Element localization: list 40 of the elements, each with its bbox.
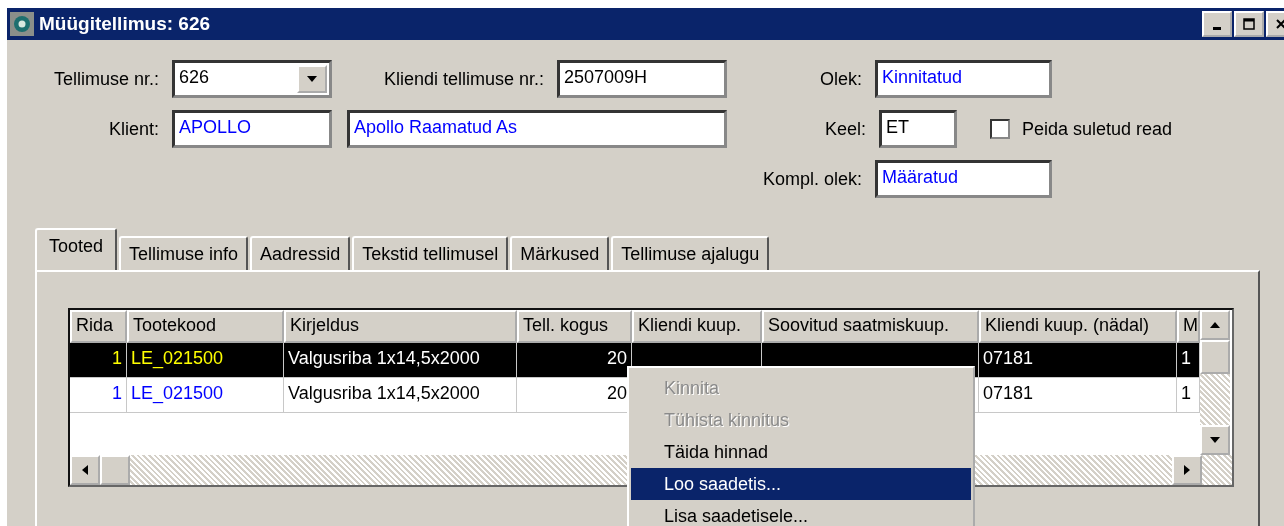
table-cell: Valgusriba 1x14,5x2000: [284, 378, 517, 413]
tab[interactable]: Märkused: [510, 236, 610, 270]
field-label: Olek:: [819, 68, 863, 90]
field-label: Kompl. olek:: [761, 168, 863, 190]
table-cell: 07181: [979, 343, 1177, 378]
tab[interactable]: Tekstid tellimusel: [352, 236, 509, 270]
tab[interactable]: Tellimuse info: [119, 236, 249, 270]
input-field[interactable]: Apollo Raamatud As: [347, 110, 727, 148]
order-number-combo[interactable]: 626: [172, 60, 332, 98]
input-field[interactable]: 2507009H: [557, 60, 727, 98]
column-header[interactable]: Tootekood: [127, 310, 284, 343]
column-header[interactable]: Kliendi kuup.: [632, 310, 762, 343]
menu-item[interactable]: Lisa saadetisele...: [631, 500, 971, 526]
input-field[interactable]: Määratud: [875, 160, 1052, 198]
input-field[interactable]: ET: [879, 110, 957, 148]
tab[interactable]: Tooted: [35, 228, 118, 270]
input-field[interactable]: APOLLO: [172, 110, 332, 148]
column-header[interactable]: Kirjeldus: [284, 310, 517, 343]
column-header[interactable]: Rida: [70, 310, 127, 343]
field-label: Tellimuse nr.:: [52, 68, 160, 90]
window-title: Müügitellimus: 626: [39, 13, 211, 35]
table-cell: Valgusriba 1x14,5x2000: [284, 343, 517, 378]
input-field[interactable]: Kinnitatud: [875, 60, 1052, 98]
column-header[interactable]: Kliendi kuup. (nädal): [979, 310, 1177, 343]
column-header[interactable]: M: [1177, 310, 1200, 343]
tab[interactable]: Tellimuse ajalugu: [611, 236, 770, 270]
field-label: Klient:: [107, 118, 160, 140]
column-header[interactable]: Soovitud saatmiskuup.: [762, 310, 979, 343]
table-cell: 1: [70, 378, 127, 413]
table-cell: 07181: [979, 378, 1177, 413]
menu-item[interactable]: Loo saadetis...: [631, 468, 971, 500]
checkbox-label: Peida suletud read: [1022, 118, 1173, 140]
tab[interactable]: Aadressid: [250, 236, 351, 270]
table-cell: LE_021500: [127, 378, 284, 413]
table-cell: 1: [70, 343, 127, 378]
menu-item[interactable]: Täida hinnad: [631, 436, 971, 468]
field-label: Keel:: [823, 118, 867, 140]
field-label: Kliendi tellimuse nr.:: [382, 68, 545, 90]
table-cell: LE_021500: [127, 343, 284, 378]
column-header[interactable]: Tell. kogus: [517, 310, 632, 343]
